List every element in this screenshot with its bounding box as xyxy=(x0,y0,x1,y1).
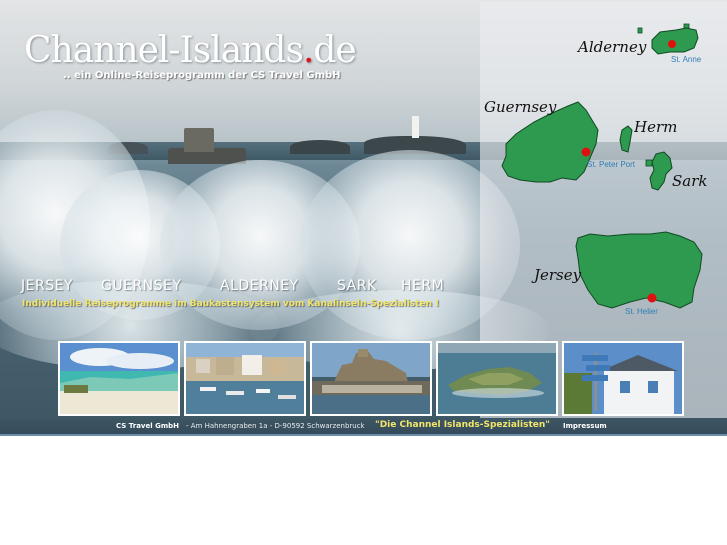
label-alderney[interactable]: Alderney xyxy=(576,38,647,56)
photo-signpost-cottage[interactable] xyxy=(562,341,684,416)
logo-text: Channel-Islands xyxy=(24,30,304,71)
logo-suffix: de xyxy=(313,30,356,71)
label-guernsey[interactable]: Guernsey xyxy=(484,98,557,116)
nav-item-herm[interactable]: HERM xyxy=(401,278,444,294)
site-tagline: .. ein Online-Reiseprogramm der CS Trave… xyxy=(63,70,341,81)
footer-address: - Am Hahnengraben 1a - D-90592 Schwarzen… xyxy=(186,422,365,430)
footer-company: CS Travel GmbH xyxy=(116,422,179,430)
nav-item-sark[interactable]: SARK xyxy=(337,278,377,294)
logo-dot: . xyxy=(302,30,314,71)
footer-slogan: "Die Channel Islands-Spezialisten" xyxy=(375,420,550,430)
nav-item-guernsey[interactable]: GUERNSEY xyxy=(101,278,181,294)
town-marker-st-helier xyxy=(647,293,657,303)
label-st-anne: St. Anne xyxy=(671,55,702,64)
photo-castle[interactable] xyxy=(310,341,432,416)
label-sark[interactable]: Sark xyxy=(672,172,707,190)
site-logo[interactable]: Channel-Islands.de xyxy=(24,30,357,71)
photo-beach[interactable] xyxy=(58,341,180,416)
town-marker-st-peter-port xyxy=(581,147,591,157)
rock xyxy=(290,140,350,154)
bottom-divider xyxy=(0,434,727,436)
label-jersey[interactable]: Jersey xyxy=(531,266,582,284)
fort-tower xyxy=(184,128,214,152)
label-herm[interactable]: Herm xyxy=(633,118,677,136)
impressum-link[interactable]: Impressum xyxy=(563,422,607,430)
island-alderney[interactable] xyxy=(637,23,699,55)
label-st-helier: St. Helier xyxy=(625,307,658,316)
lighthouse xyxy=(412,116,419,138)
photo-island-aerial[interactable] xyxy=(436,341,558,416)
island-sark[interactable] xyxy=(645,151,673,191)
photo-harbour[interactable] xyxy=(184,341,306,416)
nav-item-alderney[interactable]: ALDERNEY xyxy=(220,278,299,294)
nav-item-jersey[interactable]: JERSEY xyxy=(21,278,73,294)
island-herm[interactable] xyxy=(619,125,633,153)
island-jersey[interactable] xyxy=(575,231,703,309)
subtitle: Individuelle Reiseprogramme im Baukasten… xyxy=(22,299,440,309)
label-st-peter-port: St. Peter Port xyxy=(587,160,636,169)
town-marker-st-anne xyxy=(668,40,676,48)
